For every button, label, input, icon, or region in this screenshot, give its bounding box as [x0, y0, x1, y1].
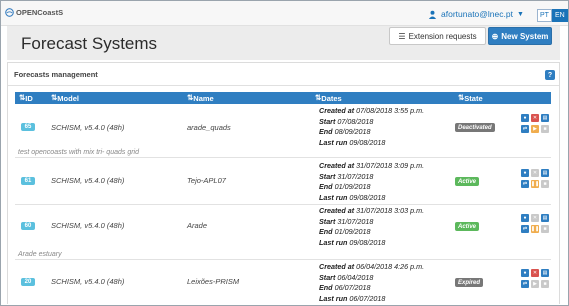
shuffle-icon[interactable]: ⇄	[521, 125, 529, 133]
play-icon[interactable]: ▶	[531, 280, 539, 288]
play-icon[interactable]: ▶	[531, 125, 539, 133]
panel-header: Forecasts management ?	[8, 63, 559, 86]
user-email: afortunato@lnec.pt	[441, 9, 513, 19]
dates-cell: Created at 31/07/2018 3:03 p.m. Start 31…	[319, 206, 425, 247]
print-icon[interactable]: ▤	[541, 114, 549, 122]
name-cell: arade_quads	[187, 123, 231, 132]
brand-name: OPENCoastS	[16, 8, 64, 17]
delete-icon[interactable]: ✕	[531, 114, 539, 122]
column-header-state[interactable]: ⇅ State	[458, 93, 483, 103]
table-row[interactable]: 20 SCHISM, v5.4.0 (48h) Leixões-PRISM Cr…	[15, 261, 551, 305]
view-icon[interactable]: ●	[521, 114, 529, 122]
view-icon[interactable]: ●	[521, 169, 529, 177]
page-header: Forecast Systems ☰ Extension requests ⊕ …	[7, 26, 560, 60]
model-cell: SCHISM, v5.4.0 (48h)	[51, 123, 125, 132]
delete-icon[interactable]: ✕	[531, 214, 539, 222]
dates-cell: Created at 31/07/2018 3:09 p.m. Start 31…	[319, 161, 425, 202]
brand[interactable]: OPENCoastS	[5, 8, 63, 17]
name-cell: Tejo-APL07	[187, 176, 226, 185]
list-icon: ☰	[398, 31, 406, 41]
model-cell: SCHISM, v5.4.0 (48h)	[51, 277, 125, 286]
column-header-dates[interactable]: ⇅ Dates	[315, 93, 342, 103]
language-switcher: PT EN	[537, 9, 568, 22]
chevron-down-icon: ▼	[516, 10, 524, 18]
help-icon[interactable]: ?	[545, 70, 555, 80]
panel-title: Forecasts management	[14, 70, 98, 79]
column-header-name[interactable]: ⇅ Name	[187, 93, 214, 103]
view-icon[interactable]: ●	[521, 214, 529, 222]
id-badge: 20	[21, 278, 35, 286]
status-badge: Active	[455, 177, 480, 186]
dates-cell: Created at 06/04/2018 4:26 p.m. Start 06…	[319, 262, 425, 303]
print-icon[interactable]: ▤	[541, 214, 549, 222]
status-badge: Deactivated	[455, 123, 495, 132]
shuffle-icon[interactable]: ⇄	[521, 280, 529, 288]
extension-requests-button[interactable]: ☰ Extension requests	[389, 27, 486, 45]
shuffle-icon[interactable]: ⇄	[521, 225, 529, 233]
stop-icon[interactable]: ■	[541, 280, 549, 288]
model-cell: SCHISM, v5.4.0 (48h)	[51, 221, 125, 230]
pause-icon[interactable]: ❚❚	[531, 180, 539, 188]
user-menu[interactable]: afortunato@lnec.pt ▼	[428, 9, 524, 19]
column-header-model[interactable]: ⇅ Model	[51, 93, 79, 103]
lang-pt-button[interactable]: PT	[537, 9, 552, 22]
new-system-label: New System	[501, 31, 549, 41]
logo-icon	[5, 8, 14, 17]
lang-en-button[interactable]: EN	[551, 9, 568, 22]
print-icon[interactable]: ▤	[541, 269, 549, 277]
delete-icon[interactable]: ✕	[531, 269, 539, 277]
status-badge: Expired	[455, 278, 484, 287]
table-row[interactable]: 65 SCHISM, v5.4.0 (48h) arade_quads Crea…	[15, 104, 551, 158]
table-header: ⇅ ID ⇅ Model ⇅ Name ⇅ Dates ⇅ State	[15, 92, 551, 104]
print-icon[interactable]: ▤	[541, 169, 549, 177]
id-badge: 65	[21, 123, 35, 131]
top-bar: OPENCoastS afortunato@lnec.pt ▼ PT EN	[1, 1, 568, 26]
table-row[interactable]: 61 SCHISM, v5.4.0 (48h) Tejo-APL07 Creat…	[15, 159, 551, 205]
stop-icon[interactable]: ■	[541, 125, 549, 133]
id-badge: 60	[21, 222, 35, 230]
forecasts-panel: Forecasts management ? ⇅ ID ⇅ Model ⇅ Na…	[7, 62, 560, 304]
dates-cell: Created at 07/08/2018 3:55 p.m. Start 07…	[319, 106, 425, 147]
model-cell: SCHISM, v5.4.0 (48h)	[51, 176, 125, 185]
page-title: Forecast Systems	[21, 34, 158, 53]
extension-requests-label: Extension requests	[408, 31, 477, 41]
id-badge: 61	[21, 177, 35, 185]
column-header-id[interactable]: ⇅ ID	[19, 93, 33, 103]
row-description: test opencoasts with mix tri- quads grid	[18, 149, 139, 156]
shuffle-icon[interactable]: ⇄	[521, 180, 529, 188]
stop-icon[interactable]: ■	[541, 180, 549, 188]
user-icon	[428, 10, 437, 19]
stop-icon[interactable]: ■	[541, 225, 549, 233]
name-cell: Arade	[187, 221, 208, 230]
name-cell: Leixões-PRISM	[187, 277, 240, 286]
status-badge: Active	[455, 222, 480, 231]
plus-circle-icon: ⊕	[491, 31, 499, 41]
pause-icon[interactable]: ❚❚	[531, 225, 539, 233]
view-icon[interactable]: ●	[521, 269, 529, 277]
new-system-button[interactable]: ⊕ New System	[488, 27, 552, 45]
table-row[interactable]: 60 SCHISM, v5.4.0 (48h) Arade Created at…	[15, 206, 551, 260]
row-description: Arade estuary	[18, 251, 62, 258]
delete-icon[interactable]: ✕	[531, 169, 539, 177]
